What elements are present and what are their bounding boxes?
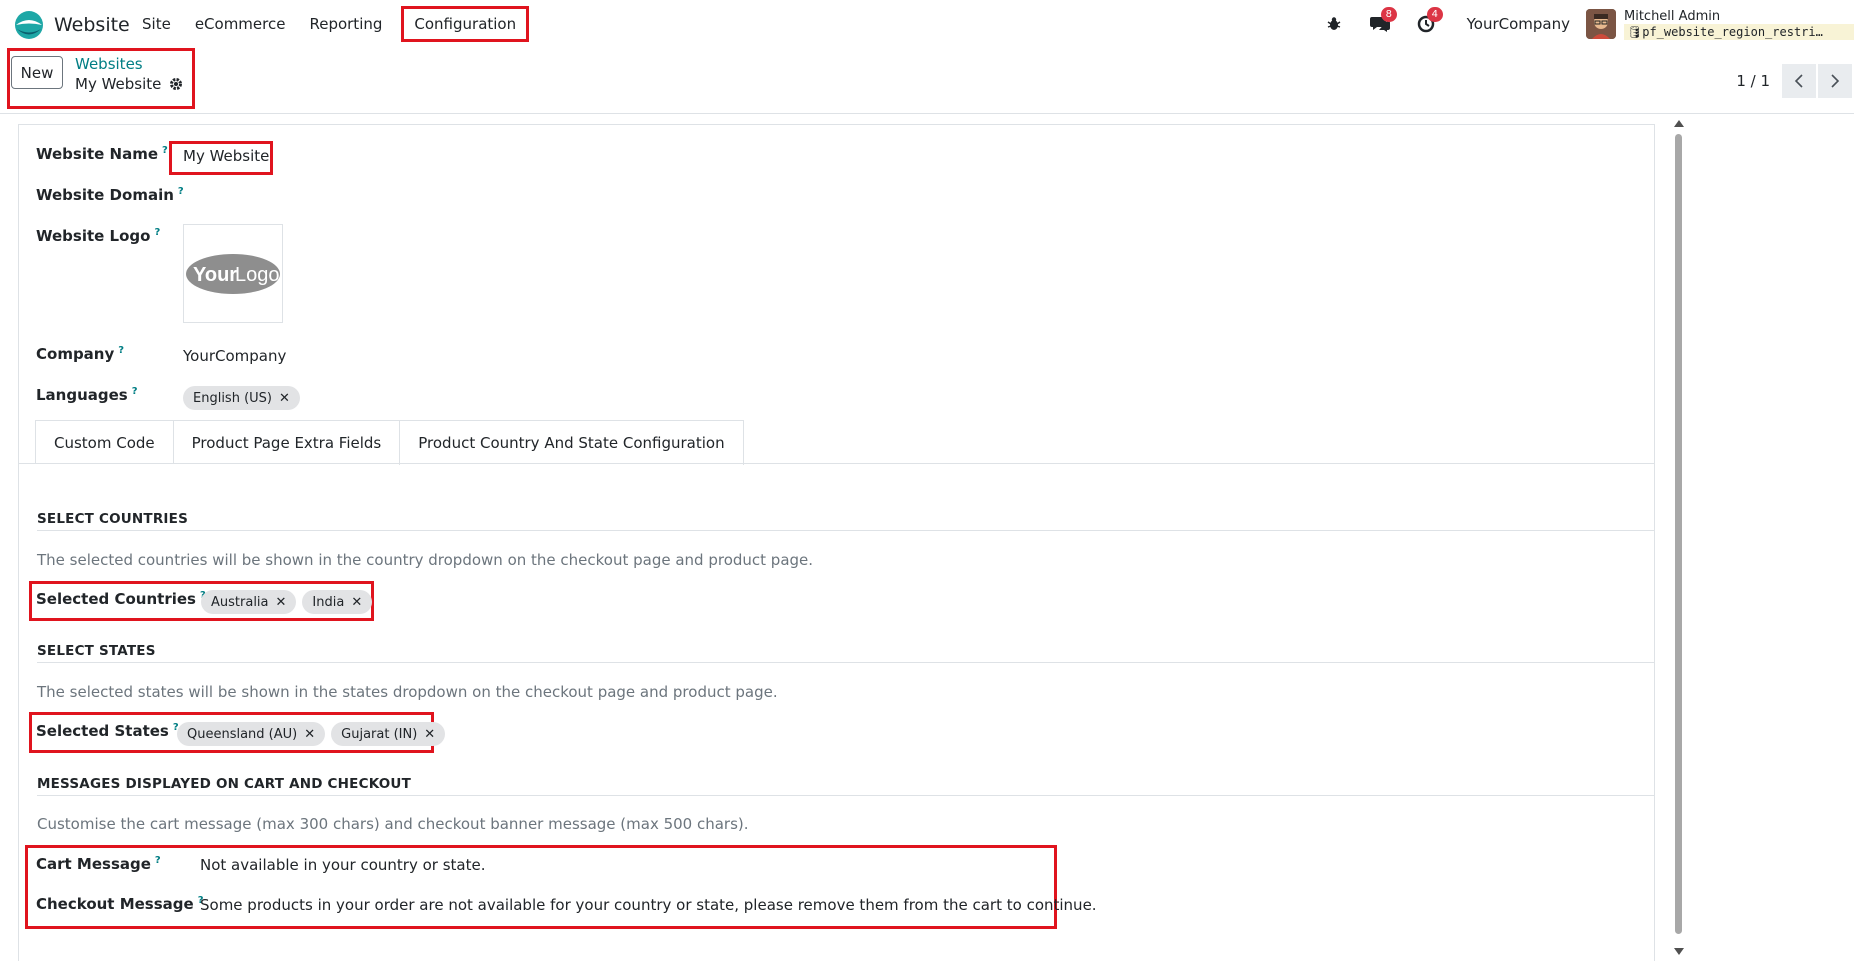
selected-countries-field[interactable]: Australia ✕ India ✕: [201, 590, 378, 614]
user-avatar[interactable]: [1586, 9, 1616, 39]
messages-description: Customise the cart message (max 300 char…: [37, 815, 749, 833]
app-name: Website: [54, 14, 130, 36]
tab-custom-code[interactable]: Custom Code: [35, 420, 173, 464]
systray: 8 4 YourCompany Mitchell Admin 🛢pf_websi…: [1303, 0, 1854, 48]
country-tag: Australia ✕: [201, 590, 297, 614]
breadcrumb-current: My Website: [75, 75, 183, 93]
selected-states-field[interactable]: Queensland (AU) ✕ Gujarat (IN) ✕: [177, 722, 451, 746]
section-title-countries: SELECT COUNTRIES: [37, 511, 189, 527]
svg-text:Logo: Logo: [235, 264, 280, 286]
selected-states-label: Selected States?: [36, 722, 179, 740]
main-menu: Site eCommerce Reporting Configuration: [132, 0, 530, 48]
help-icon[interactable]: ?: [162, 145, 168, 156]
menu-ecommerce[interactable]: eCommerce: [185, 9, 296, 39]
pager-previous-button[interactable]: [1782, 64, 1816, 98]
remove-tag-icon[interactable]: ✕: [279, 391, 290, 406]
app-brand[interactable]: Website: [14, 10, 130, 40]
menu-reporting[interactable]: Reporting: [299, 9, 392, 39]
section-divider: [37, 662, 1654, 663]
website-domain-input[interactable]: [183, 186, 583, 206]
pager-next-button[interactable]: [1818, 64, 1852, 98]
activities-badge: 4: [1426, 7, 1443, 22]
company-label: Company?: [36, 345, 125, 363]
control-panel: New Websites My Website 1 / 1: [0, 48, 1854, 114]
scroll-down-arrow-icon[interactable]: [1674, 948, 1684, 955]
website-domain-label: Website Domain?: [36, 186, 184, 204]
state-tag: Queensland (AU) ✕: [177, 722, 326, 746]
scrollbar-thumb[interactable]: [1675, 134, 1682, 934]
website-app-icon: [15, 11, 43, 39]
menu-site[interactable]: Site: [132, 9, 181, 39]
tab-product-country-state-config[interactable]: Product Country And State Configuration: [399, 420, 744, 465]
website-logo-image[interactable]: Your Logo: [183, 224, 283, 323]
breadcrumb-current-label: My Website: [75, 75, 162, 93]
country-tag: India ✕: [302, 590, 373, 614]
debug-icon[interactable]: [1319, 9, 1349, 39]
company-field[interactable]: YourCompany: [183, 347, 286, 365]
section-divider: [37, 795, 1654, 796]
countries-description: The selected countries will be shown in …: [37, 551, 814, 569]
messages-icon[interactable]: 8: [1365, 7, 1397, 39]
remove-tag-icon[interactable]: ✕: [424, 727, 435, 742]
pager-value[interactable]: 1 / 1: [1736, 72, 1770, 90]
section-title-messages: MESSAGES DISPLAYED ON CART AND CHECKOUT: [37, 776, 411, 792]
help-icon[interactable]: ?: [132, 386, 138, 397]
form-sheet: Website Name? My Website Website Domain?…: [18, 124, 1655, 961]
chevron-left-icon: [1794, 74, 1803, 88]
database-icon: 🛢: [1627, 24, 1643, 39]
tab-divider: [19, 463, 1654, 464]
help-icon[interactable]: ?: [154, 227, 160, 238]
form-scrollbar[interactable]: [1671, 118, 1685, 961]
languages-field[interactable]: English (US) ✕: [183, 386, 306, 410]
remove-tag-icon[interactable]: ✕: [351, 595, 362, 610]
cart-message-input[interactable]: Not available in your country or state.: [200, 856, 485, 874]
your-logo-image: Your Logo: [186, 253, 280, 294]
state-tag: Gujarat (IN) ✕: [331, 722, 446, 746]
help-icon[interactable]: ?: [118, 345, 124, 356]
checkout-message-label: Checkout Message?: [36, 895, 204, 913]
cart-message-label: Cart Message?: [36, 855, 161, 873]
scroll-up-arrow-icon[interactable]: [1674, 120, 1684, 127]
user-name: Mitchell Admin: [1624, 8, 1721, 24]
tab-product-page-extra-fields[interactable]: Product Page Extra Fields: [172, 420, 400, 464]
notebook-tabs: Custom Code Product Page Extra Fields Pr…: [35, 420, 744, 465]
svg-text:Your: Your: [193, 264, 237, 286]
breadcrumb-websites[interactable]: Websites: [75, 55, 143, 73]
messages-badge: 8: [1380, 7, 1397, 22]
user-menu[interactable]: Mitchell Admin 🛢pf_website_region_restri…: [1624, 9, 1854, 40]
checkout-message-input[interactable]: Some products in your order are not avai…: [200, 896, 1097, 914]
languages-label: Languages?: [36, 386, 138, 404]
website-name-input[interactable]: My Website: [183, 147, 269, 165]
menu-configuration[interactable]: Configuration: [401, 6, 530, 42]
database-name: 🛢pf_website_region_restri…: [1624, 23, 1854, 40]
remove-tag-icon[interactable]: ✕: [276, 595, 287, 610]
activities-icon[interactable]: 4: [1411, 7, 1443, 39]
highlight-messages: [25, 845, 1057, 929]
section-title-states: SELECT STATES: [37, 643, 156, 659]
new-button[interactable]: New: [11, 56, 63, 89]
top-navbar: Website Site eCommerce Reporting Configu…: [0, 0, 1854, 48]
gear-icon[interactable]: [169, 77, 183, 91]
language-tag: English (US) ✕: [183, 386, 300, 410]
section-divider: [37, 530, 1654, 531]
website-logo-label: Website Logo?: [36, 227, 161, 245]
states-description: The selected states will be shown in the…: [37, 683, 778, 701]
remove-tag-icon[interactable]: ✕: [304, 727, 315, 742]
help-icon[interactable]: ?: [155, 855, 161, 866]
company-switcher[interactable]: YourCompany: [1467, 15, 1570, 33]
pager: 1 / 1: [1736, 48, 1854, 114]
selected-countries-label: Selected Countries?: [36, 590, 206, 608]
chevron-right-icon: [1831, 74, 1840, 88]
website-name-label: Website Name?: [36, 145, 168, 163]
